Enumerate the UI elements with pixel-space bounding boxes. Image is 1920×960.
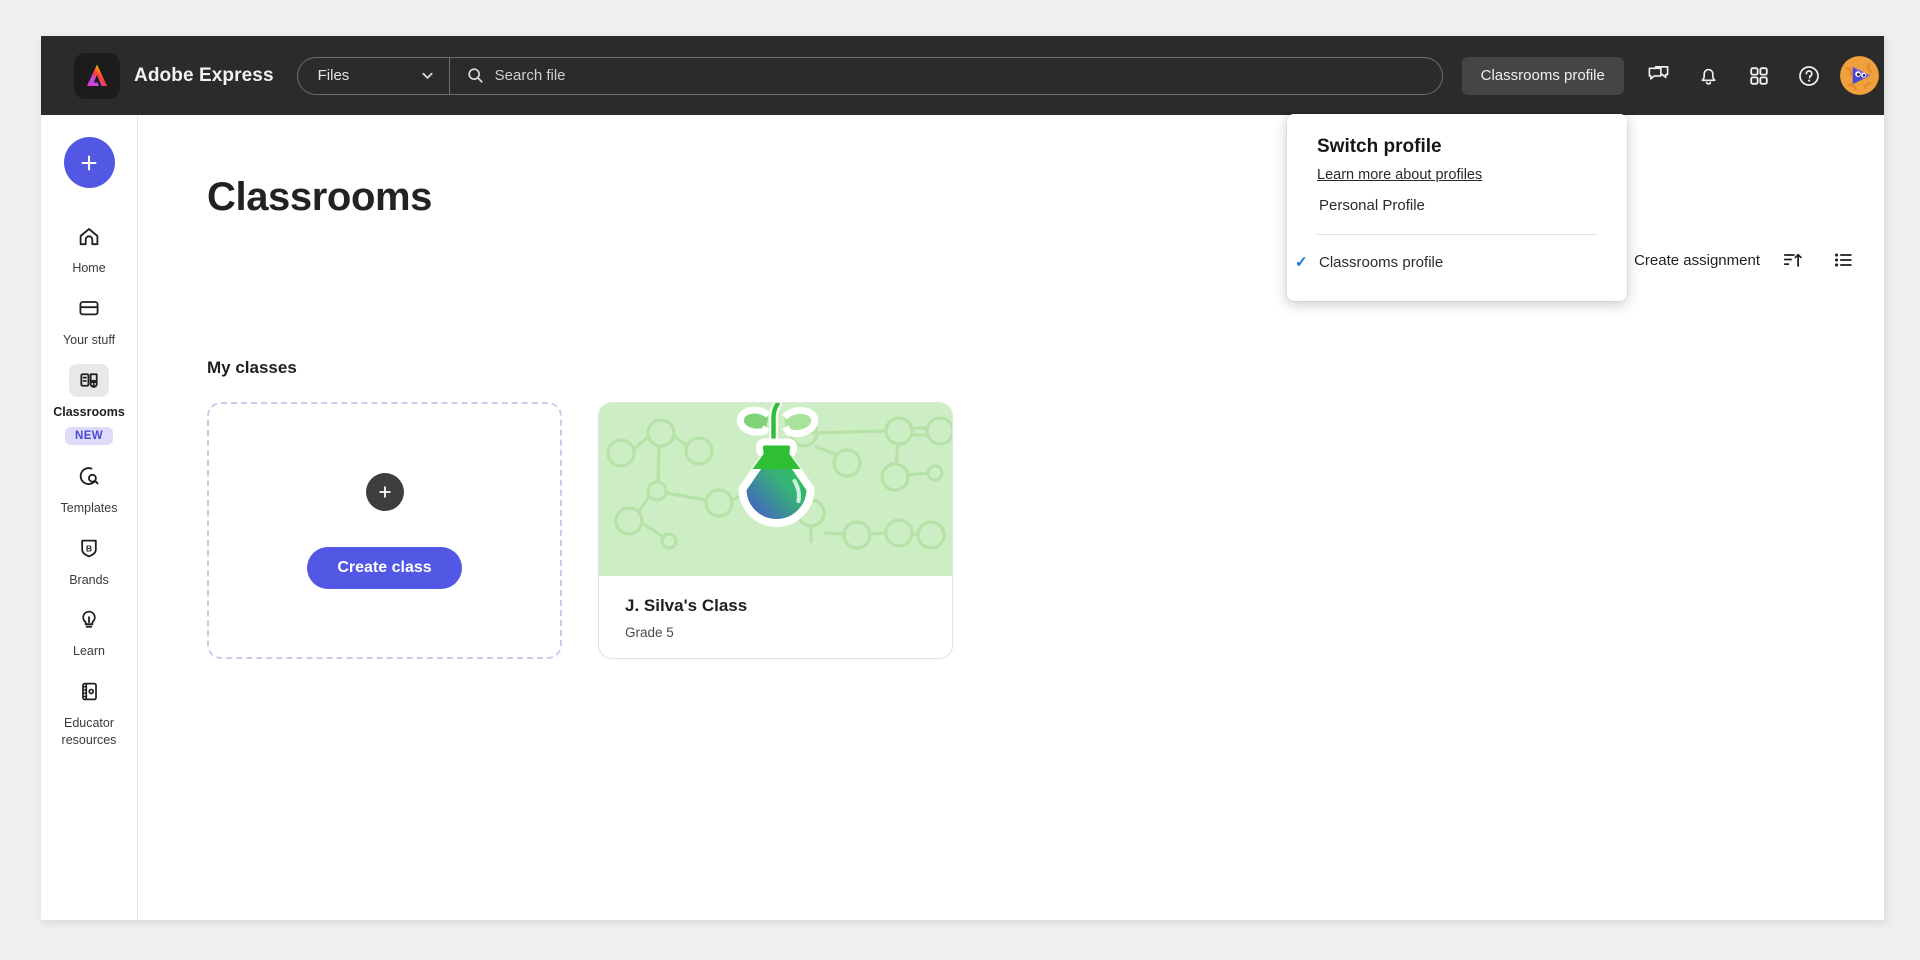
sidebar-item-home[interactable]: Home [43,211,135,283]
switch-profile-dropdown: Switch profile Learn more about profiles… [1287,114,1627,301]
home-icon [79,227,99,245]
help-circle-icon[interactable] [1788,55,1830,97]
sidebar-item-classrooms[interactable]: Classrooms NEW [43,355,135,451]
search-input[interactable]: Search file [450,58,1442,94]
class-grade: Grade 5 [625,625,674,640]
dropdown-separator [1317,234,1597,235]
templates-search-icon [79,467,99,486]
app-window: Adobe Express Files Search file Classroo… [41,36,1884,920]
header-icon-group [1638,55,1830,97]
sidebar-item-label: Learn [73,644,105,659]
sidebar-item-your-stuff[interactable]: Your stuff [43,283,135,355]
sidebar-item-templates[interactable]: Templates [43,451,135,523]
sidebar-item-educator-resources[interactable]: Educator resources [43,666,135,755]
create-class-card[interactable]: Create class [207,402,562,659]
sidebar-item-label: Templates [60,500,118,515]
list-view-icon[interactable] [1826,243,1860,277]
profile-option-personal[interactable]: Personal Profile [1287,184,1627,226]
check-icon: ✓ [1295,254,1308,271]
lightbulb-icon [82,610,96,628]
sidebar-item-brands[interactable]: B Brands [43,523,135,595]
profile-option-label: Classrooms profile [1319,253,1444,271]
class-name: J. Silva's Class [625,596,748,615]
files-select-value: Files [317,67,350,84]
learn-more-about-profiles-link[interactable]: Learn more about profiles [1317,167,1482,183]
search-placeholder: Search file [494,67,566,84]
adobe-express-logo-icon[interactable] [74,52,120,99]
chat-icon[interactable] [1638,55,1680,97]
plus-icon [365,472,404,511]
brands-shield-icon: B [81,539,97,558]
sort-ascending-icon[interactable] [1776,243,1810,277]
sidebar-item-label: Educator resources [61,716,117,748]
classrooms-icon [79,373,98,388]
content-toolbar: Create assignment [1634,243,1860,277]
plus-icon [81,155,97,170]
class-card[interactable]: J. Silva's Class Grade 5 [598,402,953,659]
profile-option-label: Personal Profile [1319,196,1425,214]
notebook-icon [81,683,97,701]
create-assignment-button[interactable]: Create assignment [1634,252,1760,269]
new-badge: NEW [64,426,114,445]
science-flask-sprout-icon [606,403,952,550]
top-header-bar: Adobe Express Files Search file Classroo… [41,36,1884,115]
apps-grid-icon[interactable] [1738,55,1780,97]
dropdown-title: Switch profile [1317,136,1442,157]
section-heading: My classes [207,358,297,377]
bell-icon[interactable] [1688,55,1730,97]
sidebar-item-label: Brands [69,572,109,587]
search-group: Files Search file [296,56,1443,95]
files-select[interactable]: Files [298,57,450,94]
sidebar-item-learn[interactable]: Learn [43,594,135,666]
class-thumbnail [599,403,952,576]
classes-grid: Create class J. Silva's Class Grade 5 [207,402,953,659]
chevron-down-icon [422,72,433,79]
sidebar-item-label: Home [72,261,106,275]
svg-text:B: B [86,543,92,553]
user-avatar[interactable] [1839,56,1879,95]
create-class-button[interactable]: Create class [307,546,462,589]
folder-icon [79,301,99,316]
left-sidebar: Home Your stuff Classrooms NEW Templates… [41,115,138,920]
sidebar-item-label: Classrooms [53,404,125,419]
create-new-button[interactable] [63,137,115,188]
page-title: Classrooms [207,175,432,219]
profile-switcher-chip[interactable]: Classrooms profile [1461,56,1624,95]
profile-option-classrooms[interactable]: ✓ Classrooms profile [1287,241,1627,283]
sidebar-item-label: Your stuff [62,332,116,347]
search-icon [468,68,483,83]
brand-name: Adobe Express [134,64,274,86]
